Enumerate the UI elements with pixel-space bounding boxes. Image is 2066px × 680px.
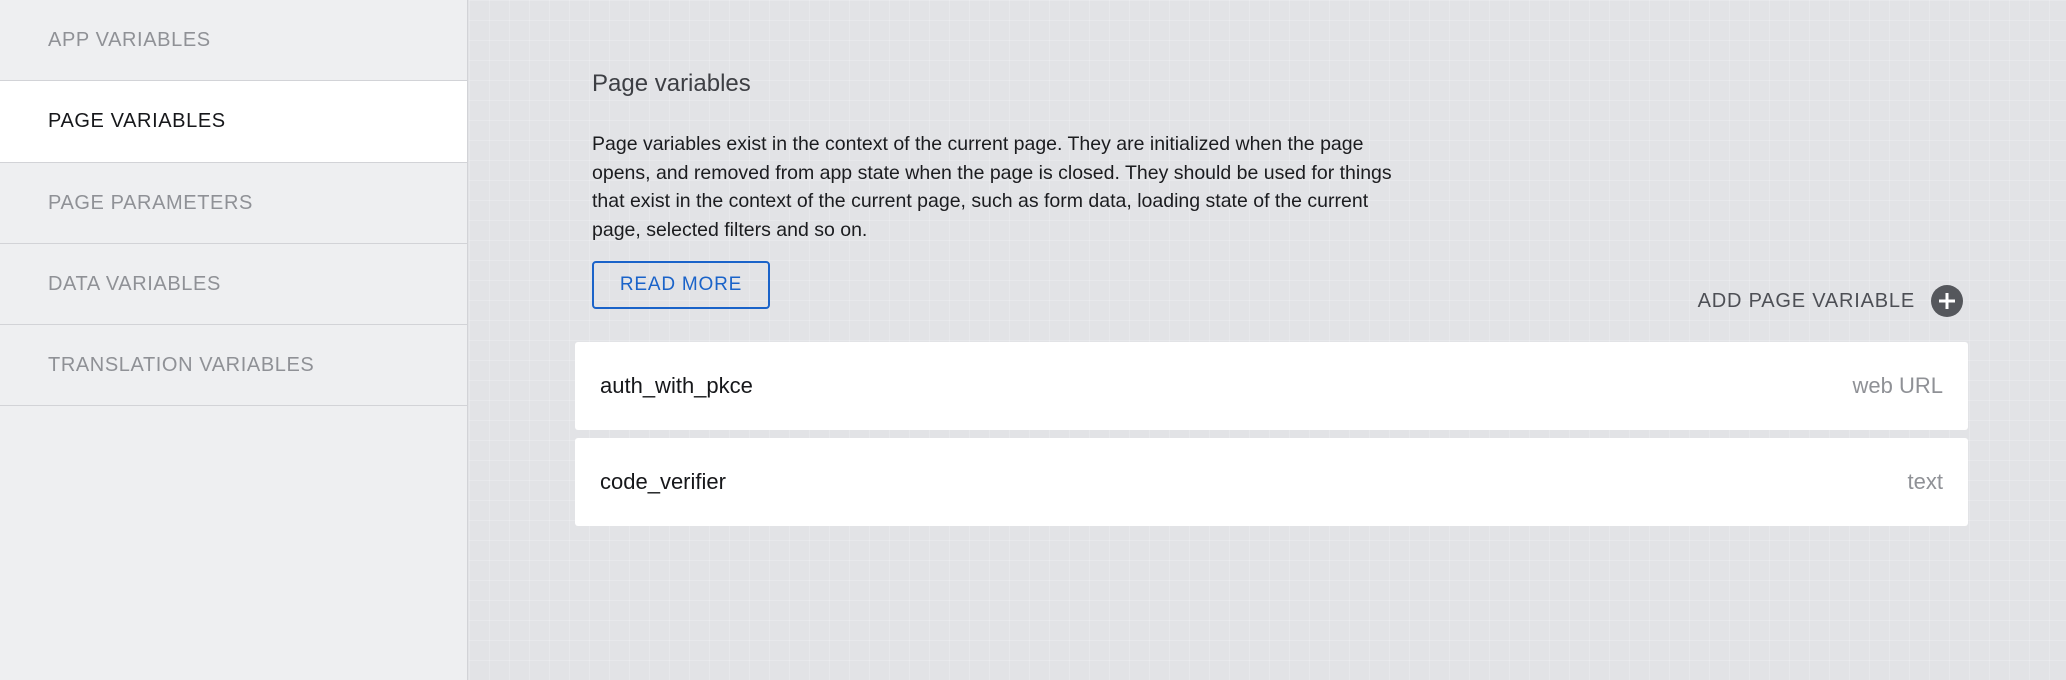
variable-row[interactable]: code_verifier text: [575, 438, 1968, 526]
sidebar-item-page-parameters[interactable]: PAGE PARAMETERS: [0, 163, 467, 244]
read-more-button[interactable]: READ MORE: [592, 261, 770, 309]
variable-type: web URL: [1852, 373, 1943, 398]
page-title: Page variables: [592, 70, 751, 97]
variable-type: text: [1907, 469, 1943, 494]
main-panel: Page variables Page variables exist in t…: [469, 0, 2066, 680]
sidebar-item-label: APP VARIABLES: [48, 28, 211, 51]
sidebar-item-label: PAGE PARAMETERS: [48, 191, 253, 214]
sidebar-item-label: DATA VARIABLES: [48, 272, 221, 295]
sidebar-item-translation-variables[interactable]: TRANSLATION VARIABLES: [0, 325, 467, 406]
plus-circle-icon[interactable]: [1931, 285, 1963, 317]
app-window: APP VARIABLES PAGE VARIABLES PAGE PARAME…: [0, 0, 2066, 680]
sidebar-item-label: TRANSLATION VARIABLES: [48, 353, 315, 376]
sidebar: APP VARIABLES PAGE VARIABLES PAGE PARAME…: [0, 0, 468, 680]
sidebar-item-page-variables[interactable]: PAGE VARIABLES: [0, 81, 467, 163]
sidebar-item-data-variables[interactable]: DATA VARIABLES: [0, 244, 467, 325]
variable-name: auth_with_pkce: [600, 373, 753, 398]
sidebar-item-app-variables[interactable]: APP VARIABLES: [0, 0, 467, 81]
read-more-label: READ MORE: [619, 274, 743, 295]
add-page-variable-button[interactable]: ADD PAGE VARIABLE: [1698, 285, 1963, 317]
variable-name: code_verifier: [600, 469, 726, 494]
variable-row[interactable]: auth_with_pkce web URL: [575, 342, 1968, 430]
description-text: Page variables exist in the context of t…: [592, 133, 1392, 241]
sidebar-item-label: PAGE VARIABLES: [48, 110, 226, 132]
variable-list: auth_with_pkce web URL code_verifier tex…: [575, 342, 1968, 534]
add-page-variable-label: ADD PAGE VARIABLE: [1697, 289, 1915, 312]
